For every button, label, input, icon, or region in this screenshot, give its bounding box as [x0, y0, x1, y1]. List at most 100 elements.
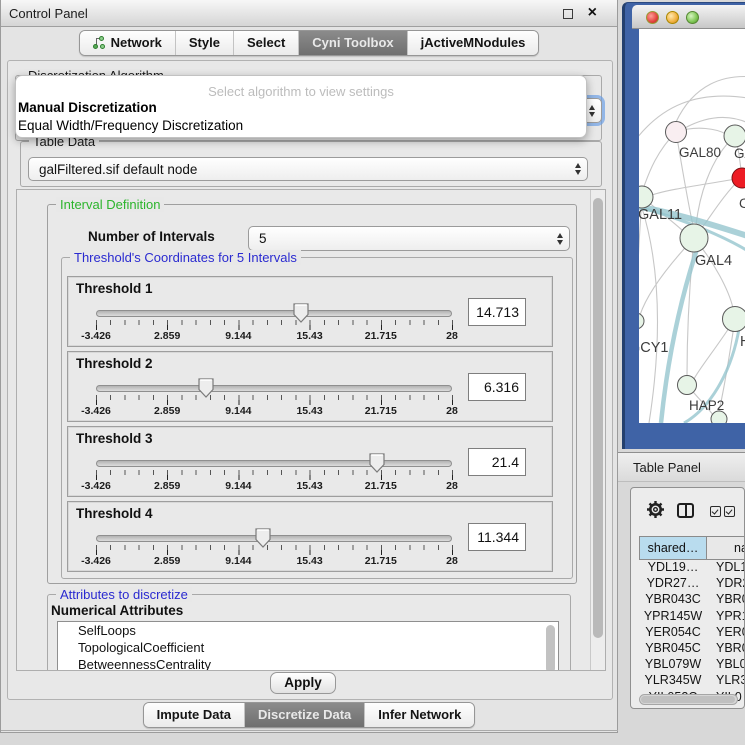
slider-track[interactable]	[96, 460, 452, 467]
column-header-name[interactable]: na	[707, 536, 745, 560]
threshold-value-field[interactable]: 21.4	[468, 448, 526, 476]
network-node[interactable]	[724, 125, 745, 147]
slider-thumb[interactable]	[369, 453, 385, 473]
table-row[interactable]: YDL19…YDL1	[639, 560, 745, 576]
threshold-value-field[interactable]: 11.344	[468, 523, 526, 551]
close-traffic-light-icon[interactable]	[646, 11, 659, 24]
cell-shared-name: YBL079W	[639, 657, 707, 673]
horizontal-scrollbar[interactable]	[639, 694, 738, 705]
cell-shared-name: YBR043C	[639, 592, 707, 608]
window-title: Control Panel	[9, 0, 88, 27]
table-row[interactable]: YBR045CYBR0	[639, 641, 745, 657]
scrollbar-thumb[interactable]	[593, 198, 603, 638]
numerical-attributes-list[interactable]: SelfLoopsTopologicalCoefficientBetweenne…	[57, 621, 559, 671]
scrollbar-thumb[interactable]	[641, 696, 735, 703]
close-icon[interactable]: ×	[588, 3, 597, 23]
slider-tick-ruler	[96, 545, 453, 555]
tick-label: 21.715	[365, 555, 397, 567]
tick-label: 2.859	[154, 480, 180, 492]
table-row[interactable]: YER054CYER0	[639, 625, 745, 641]
top-tab-bar: Network Style Select Cyni ToolboxjActiveMNo…	[1, 30, 617, 56]
network-node[interactable]	[680, 224, 708, 252]
tab-label: Select	[247, 35, 285, 50]
slider-track[interactable]	[96, 535, 452, 542]
list-scrollbar[interactable]	[546, 625, 555, 671]
control-panel-window: Control Panel × Network Style Select Cyni T…	[0, 0, 618, 733]
threshold-value-field[interactable]: 14.713	[468, 298, 526, 326]
network-canvas[interactable]: GAL80GAGAL11CGAL4GCY1HHAP2	[639, 29, 745, 423]
apply-button[interactable]: Apply	[270, 672, 336, 694]
slider-track[interactable]	[96, 310, 452, 317]
table-header-row: shared… na	[639, 536, 745, 560]
network-node[interactable]	[723, 307, 745, 332]
zoom-traffic-light-icon[interactable]	[686, 11, 699, 24]
minimize-traffic-light-icon[interactable]	[666, 11, 679, 24]
tab-style[interactable]: Style	[175, 31, 233, 55]
columns-icon[interactable]	[677, 503, 694, 518]
algorithm-dropdown-popup: Select algorithm to view settings Manual…	[15, 75, 587, 138]
tick-label: 21.715	[365, 480, 397, 492]
tick-label: 9.144	[225, 405, 251, 417]
tab-label: Network	[111, 35, 162, 50]
slider-thumb[interactable]	[293, 303, 309, 323]
num-intervals-combo[interactable]: 5	[248, 226, 570, 251]
network-node[interactable]	[666, 122, 687, 143]
table-row[interactable]: YBL079WYBL0	[639, 657, 745, 673]
table-row[interactable]: YPR145WYPR1	[639, 609, 745, 625]
column-header-shared[interactable]: shared…	[639, 536, 707, 560]
cell-name: YER0	[707, 625, 745, 641]
tick-label: 15.43	[296, 555, 322, 567]
right-section: GAL80GAGAL11CGAL4GCY1HHAP2 Table Panel	[618, 0, 745, 745]
node-label-c: C	[739, 196, 745, 211]
tab-infer-network[interactable]: Infer Network	[364, 703, 474, 727]
cell-name: YBR0	[707, 592, 745, 608]
cell-shared-name: YBR045C	[639, 641, 707, 657]
threshold-label: Threshold 4	[76, 506, 153, 521]
tick-label: -3.426	[81, 480, 111, 492]
tick-label: 2.859	[154, 405, 180, 417]
tab-network[interactable]: Network	[80, 31, 175, 55]
table-data-combo[interactable]: galFiltered.sif default node	[28, 157, 588, 181]
attribute-item-selfloops[interactable]: SelfLoops	[58, 622, 558, 639]
tab-discretize-data[interactable]: Discretize Data	[244, 703, 364, 727]
float-window-icon[interactable]	[563, 9, 573, 19]
popup-option-manual-discretization[interactable]: Manual Discretization	[18, 100, 157, 115]
table-panel-title: Table Panel	[633, 453, 701, 482]
slider-track[interactable]	[96, 385, 452, 392]
tab-jactivemnodules[interactable]: jActiveMNodules	[407, 31, 539, 55]
network-node[interactable]	[678, 376, 697, 395]
tick-label: 21.715	[365, 330, 397, 342]
stepper-arrows-icon	[569, 163, 587, 175]
cell-name: YBR0	[707, 641, 745, 657]
table-row[interactable]: YDR27…YDR2	[639, 576, 745, 592]
attribute-item-topologicalcoefficient[interactable]: TopologicalCoefficient	[58, 639, 558, 656]
tab-cyni-toolbox[interactable]: Cyni Toolbox	[298, 31, 406, 55]
tab-impute-data[interactable]: Impute Data	[144, 703, 244, 727]
slider-thumb[interactable]	[255, 528, 271, 548]
slider-tick-ruler	[96, 395, 453, 405]
checkbox-icon[interactable]	[710, 506, 721, 517]
gear-icon[interactable]	[646, 500, 665, 519]
network-node[interactable]	[639, 313, 644, 329]
tab-select[interactable]: Select	[233, 31, 298, 55]
table-row[interactable]: YBR043CYBR0	[639, 592, 745, 608]
checkbox-icon[interactable]	[724, 506, 735, 517]
table-row[interactable]: YLR345WYLR3	[639, 673, 745, 689]
cell-name: YLR3	[707, 673, 745, 689]
tick-label: -3.426	[81, 405, 111, 417]
stepper-arrows-icon	[551, 233, 569, 245]
group-title: Attributes to discretize	[56, 587, 192, 602]
num-intervals-label: Number of Intervals	[88, 229, 215, 244]
group-title: Threshold's Coordinates for 5 Intervals	[70, 250, 301, 265]
tab-label: Impute Data	[157, 707, 231, 722]
threshold-value-field[interactable]: 6.316	[468, 373, 526, 401]
tick-label: 9.144	[225, 555, 251, 567]
slider-thumb[interactable]	[198, 378, 214, 398]
tick-label: 28	[446, 555, 458, 567]
threshold-label: Threshold 1	[76, 281, 153, 296]
popup-option-equal-width-frequency[interactable]: Equal Width/Frequency Discretization	[18, 118, 243, 133]
vertical-scrollbar[interactable]	[590, 190, 605, 670]
cell-shared-name: YPR145W	[639, 609, 707, 625]
tab-label: Discretize Data	[258, 707, 351, 722]
attribute-item-betweennesscentrality[interactable]: BetweennessCentrality	[58, 656, 558, 671]
